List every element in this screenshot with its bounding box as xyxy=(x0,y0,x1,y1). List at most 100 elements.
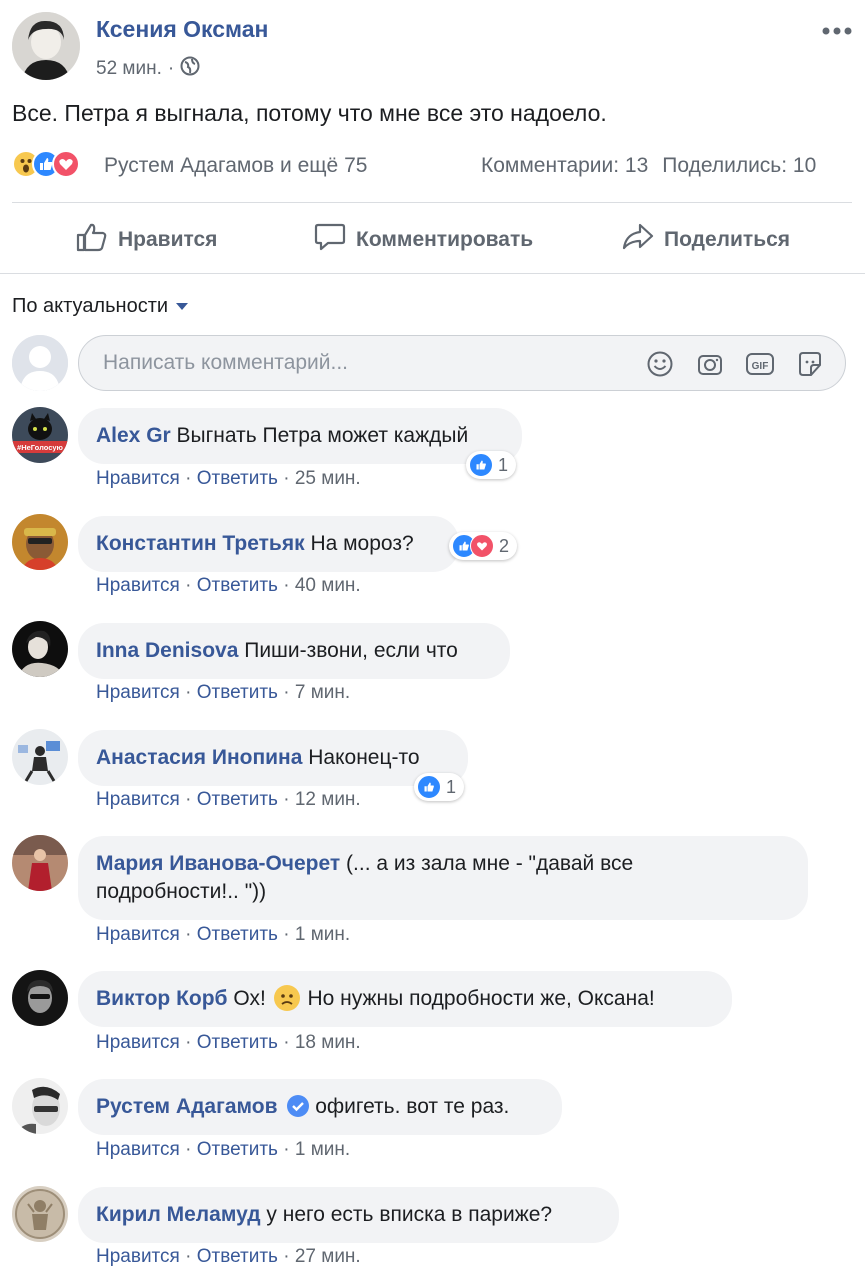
emoji-icon[interactable] xyxy=(645,349,675,379)
like-reaction-icon xyxy=(417,775,441,799)
dot-separator: · xyxy=(283,575,290,596)
comment-time[interactable]: 1 мин. xyxy=(295,924,350,945)
commenter-avatar[interactable] xyxy=(12,514,68,570)
comment-sort-dropdown[interactable]: По актуальности xyxy=(12,295,189,318)
comment-bubble: Рустем Адагамов офигеть. вот те раз. xyxy=(78,1079,562,1135)
share-button[interactable]: Поделиться xyxy=(622,222,790,258)
comment-actions: Нравится · Ответить · 7 мин. xyxy=(96,682,350,704)
comment-composer[interactable]: GIF xyxy=(78,335,846,391)
comment-text-continued: подробности!.. ")) xyxy=(96,880,267,903)
commenter-avatar[interactable] xyxy=(12,729,68,785)
comment-reply-link[interactable]: Ответить xyxy=(197,468,278,489)
commenter-avatar[interactable] xyxy=(12,621,68,677)
comment-reply-link[interactable]: Ответить xyxy=(197,1139,278,1160)
commenter-name[interactable]: Рустем Адагамов xyxy=(96,1095,278,1118)
like-label: Нравится xyxy=(118,228,218,251)
comment-like-link[interactable]: Нравится xyxy=(96,1246,180,1267)
commenter-avatar[interactable] xyxy=(12,835,68,891)
comment-reply-link[interactable]: Ответить xyxy=(197,1246,278,1267)
comment-text: На мороз? xyxy=(310,532,414,555)
comment-bubble: Мария Иванова-Очерет (... а из зала мне … xyxy=(78,836,808,920)
dot-separator: · xyxy=(283,789,290,810)
comment-bubble-icon xyxy=(314,222,346,258)
commenter-name[interactable]: Inna Denisova xyxy=(96,639,238,662)
comment-button[interactable]: Комментировать xyxy=(314,222,533,258)
dot-separator: · xyxy=(185,789,192,810)
shares-count[interactable]: Поделились: 10 xyxy=(662,154,816,178)
comment-like-link[interactable]: Нравится xyxy=(96,682,180,703)
reactions-summary[interactable]: Рустем Адагамов и ещё 75 xyxy=(104,154,367,178)
author-name[interactable]: Ксения Оксман xyxy=(96,16,268,43)
commenter-name[interactable]: Виктор Корб xyxy=(96,987,228,1010)
dot-separator: · xyxy=(283,468,290,489)
comment-reactions[interactable]: 2 xyxy=(449,532,518,560)
commenter-name[interactable]: Кирил Меламуд xyxy=(96,1203,261,1226)
comment-input[interactable] xyxy=(101,350,625,376)
dot-separator: · xyxy=(185,468,192,489)
meta-separator: · xyxy=(167,58,175,79)
comment-like-link[interactable]: Нравится xyxy=(96,789,180,810)
love-reaction-icon xyxy=(52,150,80,178)
comment-like-link[interactable]: Нравится xyxy=(96,468,180,489)
comment-actions: Нравится · Ответить · 12 мин. xyxy=(96,789,361,811)
comment-time[interactable]: 27 мин. xyxy=(295,1246,361,1267)
comment-reactions[interactable]: 1 xyxy=(466,451,517,479)
commenter-name[interactable]: Константин Третьяк xyxy=(96,532,305,555)
sticker-icon[interactable] xyxy=(795,349,825,379)
like-button[interactable]: Нравится xyxy=(76,222,217,258)
comment-like-link[interactable]: Нравится xyxy=(96,924,180,945)
camera-icon[interactable] xyxy=(695,349,725,379)
share-arrow-icon xyxy=(622,222,654,258)
dot-separator: · xyxy=(185,575,192,596)
reactions-icons[interactable] xyxy=(12,150,80,178)
dot-separator: · xyxy=(185,1032,192,1053)
author-avatar[interactable] xyxy=(12,12,80,80)
commenter-avatar[interactable] xyxy=(12,1078,68,1134)
gif-icon[interactable]: GIF xyxy=(745,349,775,379)
post-time[interactable]: 52 мин. xyxy=(96,58,162,80)
commenter-avatar[interactable]: #НеГолосую xyxy=(12,407,68,463)
dot-separator: · xyxy=(283,682,290,703)
comment-bubble: Анастасия Инопина Наконец-то xyxy=(78,730,468,786)
comment-time[interactable]: 18 мин. xyxy=(295,1032,361,1053)
comment-reply-link[interactable]: Ответить xyxy=(197,1032,278,1053)
dot-separator: · xyxy=(283,1032,290,1053)
commenter-name[interactable]: Alex Gr xyxy=(96,424,171,447)
reaction-count: 1 xyxy=(498,454,509,475)
caret-down-icon xyxy=(176,303,189,310)
comment-text: Но нужны подробности же, Оксана! xyxy=(307,987,655,1010)
post-text: Все. Петра я выгнала, потому что мне все… xyxy=(12,100,607,126)
current-user-avatar xyxy=(12,335,68,391)
comment-time[interactable]: 25 мин. xyxy=(295,468,361,489)
comment-text: Ох! xyxy=(233,987,266,1010)
comment-like-link[interactable]: Нравится xyxy=(96,575,180,596)
comment-time[interactable]: 40 мин. xyxy=(295,575,361,596)
comment-bubble: Inna Denisova Пиши-звони, если что xyxy=(78,623,510,679)
comment-reply-link[interactable]: Ответить xyxy=(197,575,278,596)
commenter-name[interactable]: Анастасия Инопина xyxy=(96,746,302,769)
verified-badge-icon xyxy=(287,1095,310,1117)
comment-bubble: Виктор Корб Ох! Но нужны подробности же,… xyxy=(78,971,732,1027)
share-label: Поделиться xyxy=(664,228,791,251)
comment-reactions[interactable]: 1 xyxy=(414,773,465,801)
like-reaction-icon xyxy=(469,453,493,477)
avatar-label: #НеГолосую xyxy=(17,443,64,452)
comment-text: офигеть. вот те раз. xyxy=(315,1095,510,1118)
commenter-avatar[interactable] xyxy=(12,970,68,1026)
sort-label: По актуальности xyxy=(12,295,169,317)
thumbs-up-icon xyxy=(76,222,108,258)
comment-like-link[interactable]: Нравится xyxy=(96,1032,180,1053)
comment-time[interactable]: 12 мин. xyxy=(295,789,361,810)
comment-time[interactable]: 7 мин. xyxy=(295,682,350,703)
comment-reply-link[interactable]: Ответить xyxy=(197,682,278,703)
comments-count[interactable]: Комментарии: 13 xyxy=(481,154,648,178)
commenter-name[interactable]: Мария Иванова-Очерет xyxy=(96,852,340,875)
more-options-icon[interactable] xyxy=(822,14,852,42)
comment-time[interactable]: 1 мин. xyxy=(295,1139,350,1160)
comment-like-link[interactable]: Нравится xyxy=(96,1139,180,1160)
comment-reply-link[interactable]: Ответить xyxy=(197,789,278,810)
comment-text: у него есть вписка в париже? xyxy=(266,1203,553,1226)
commenter-avatar[interactable] xyxy=(12,1186,68,1242)
comment-reply-link[interactable]: Ответить xyxy=(197,924,278,945)
comment-bubble: Alex Gr Выгнать Петра может каждый xyxy=(78,408,522,464)
